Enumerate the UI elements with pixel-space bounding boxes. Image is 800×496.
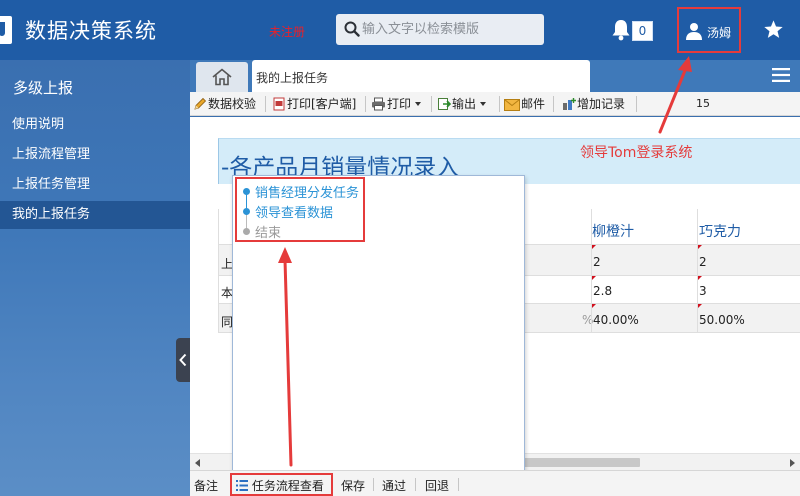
sidebar-collapse-handle[interactable] (176, 338, 190, 382)
tab-my-report-tasks[interactable]: 我的上报任务 (252, 60, 590, 92)
tab-home[interactable] (196, 62, 248, 92)
bell-icon[interactable] (611, 19, 631, 41)
verify-label: 数据校验 (208, 97, 257, 111)
table-cell[interactable]: 50.00% (697, 304, 800, 332)
bottom-action-bar: 备注 任务流程查看 保存 通过 回退 (190, 470, 800, 496)
flow-step-done-icon (243, 208, 250, 215)
mail-icon (504, 99, 520, 111)
toolbar-divider (265, 96, 266, 112)
page-number: 15 (696, 97, 710, 110)
print-dropdown-button[interactable]: 打印 (371, 96, 422, 112)
chevron-down-icon (480, 102, 487, 106)
sidebar-title: 多级上报 (13, 79, 74, 97)
toolbar-divider (553, 96, 554, 112)
sidebar-item-my-tasks[interactable]: 我的上报任务 (0, 201, 190, 229)
scrollbar-thumb[interactable] (520, 458, 640, 467)
list-icon (236, 480, 248, 491)
user-icon (686, 23, 702, 40)
bottombar-divider (415, 478, 416, 491)
grid-divider (697, 209, 698, 333)
hamburger-menu-icon[interactable] (772, 68, 790, 82)
pass-button[interactable]: 通过 (382, 477, 406, 494)
add-record-label: 增加记录 (577, 97, 626, 111)
grid-divider (218, 209, 219, 333)
scroll-left-icon[interactable] (195, 459, 200, 467)
table-cell[interactable]: 40.00% (591, 304, 697, 332)
reject-button[interactable]: 回退 (425, 477, 449, 494)
print-client-label: 打印[客户端] (287, 97, 357, 111)
home-icon (212, 68, 232, 86)
notification-count-badge[interactable]: 0 (632, 21, 653, 41)
unregistered-label[interactable]: 未注册 (269, 23, 305, 40)
sidebar-item-instructions[interactable]: 使用说明 (0, 111, 190, 139)
app-title: 数据决策系统 (25, 19, 157, 43)
table-cell[interactable]: 2 (591, 245, 697, 275)
mail-button[interactable]: 邮件 (504, 96, 545, 112)
app-logo-icon (0, 16, 12, 44)
export-label: 输出 (452, 97, 477, 111)
chevron-down-icon (415, 102, 422, 106)
export-icon (438, 98, 452, 110)
flow-step-2: 领导查看数据 (255, 206, 334, 221)
toolbar-divider (499, 96, 500, 112)
pdf-print-icon (273, 97, 285, 111)
bottombar-divider (458, 478, 459, 491)
task-flow-view-button[interactable]: 任务流程查看 (236, 477, 324, 494)
scroll-right-icon[interactable] (790, 459, 795, 467)
chevron-left-icon (179, 353, 187, 367)
flow-step-done-icon (243, 188, 250, 195)
user-menu-button[interactable]: 汤姆 (677, 7, 741, 53)
table-cell[interactable]: 2.8 (591, 276, 697, 303)
printer-icon (372, 97, 385, 111)
verify-button[interactable]: 数据校验 (193, 96, 256, 112)
sidebar-item-task-management[interactable]: 上报任务管理 (0, 171, 190, 199)
toolbar-divider (365, 96, 366, 112)
grid-divider (591, 209, 592, 333)
toolbar-divider (636, 96, 637, 112)
tab-label: 我的上报任务 (256, 71, 329, 85)
add-record-icon (563, 98, 576, 110)
print-label: 打印 (387, 97, 412, 111)
pencil-icon (194, 97, 207, 110)
print-client-button[interactable]: 打印[客户端] (272, 96, 356, 112)
top-header: 数据决策系统 未注册 0 汤姆 (0, 0, 800, 60)
remark-button[interactable]: 备注 (194, 477, 218, 494)
search-icon (344, 21, 360, 37)
flow-step-3: 结束 (255, 226, 282, 241)
annotation-text: 领导Tom登录系统 (580, 145, 693, 161)
search-box[interactable] (336, 14, 544, 45)
search-input[interactable] (362, 19, 538, 40)
sidebar-item-flow-management[interactable]: 上报流程管理 (0, 141, 190, 169)
export-dropdown-button[interactable]: 输出 (437, 96, 487, 112)
user-name: 汤姆 (707, 26, 732, 40)
toolbar-divider (431, 96, 432, 112)
flow-highlight-box: 销售经理分发任务 领导查看数据 结束 (235, 177, 365, 242)
report-toolbar: 数据校验 打印[客户端] 打印 输出 邮件 增加记录 15 (190, 92, 800, 116)
table-cell[interactable]: 2 (697, 245, 800, 275)
task-flow-popup: 销售经理分发任务 领导查看数据 结束 (232, 175, 525, 476)
task-flow-view-label: 任务流程查看 (251, 479, 324, 493)
save-button[interactable]: 保存 (341, 477, 365, 494)
sidebar: 多级上报 使用说明 上报流程管理 上报任务管理 我的上报任务 (0, 60, 190, 496)
mail-label: 邮件 (521, 97, 546, 111)
tab-bar: 我的上报任务 (190, 60, 800, 92)
table-cell[interactable]: 3 (697, 276, 800, 303)
flow-step-1: 销售经理分发任务 (255, 186, 360, 201)
bottombar-divider (373, 478, 374, 491)
star-icon[interactable] (763, 19, 784, 40)
flow-step-pending-icon (243, 228, 250, 235)
add-record-button[interactable]: 增加记录 (562, 96, 625, 112)
